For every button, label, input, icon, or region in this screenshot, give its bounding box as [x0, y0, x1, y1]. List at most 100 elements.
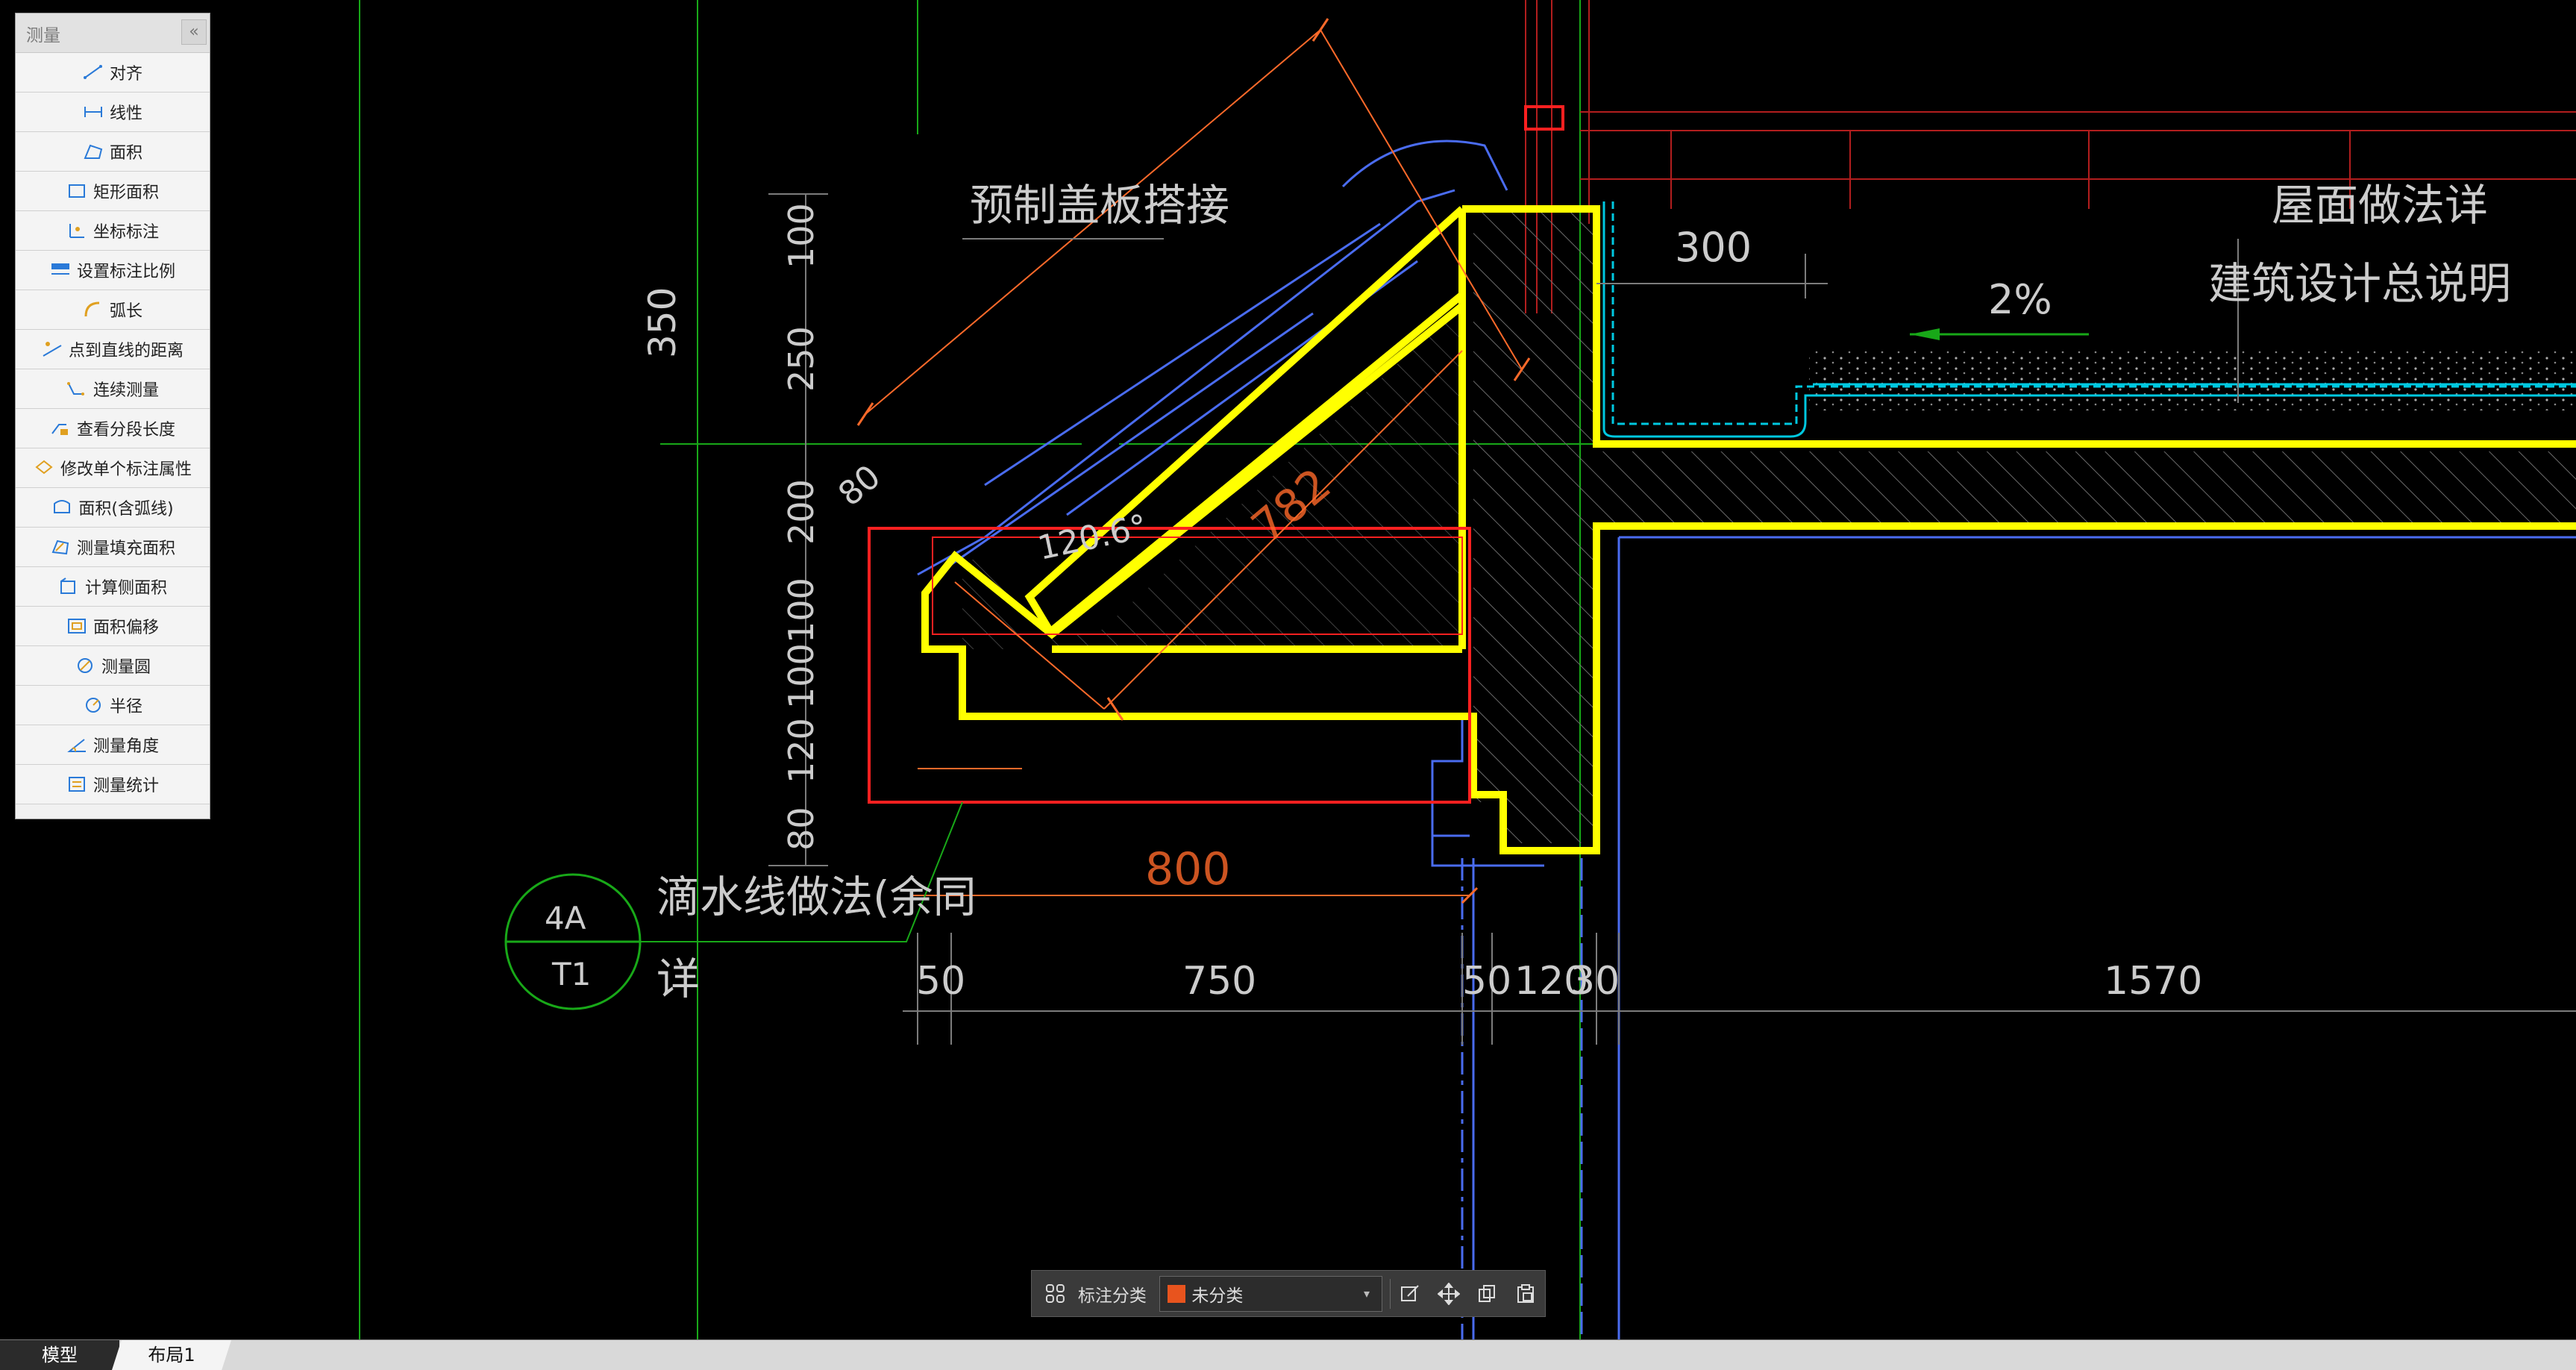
palette-item-label: 测量圆	[101, 658, 151, 677]
dim-800: 800	[1145, 843, 1231, 895]
tab-layout1[interactable]: 布局1	[112, 1340, 231, 1370]
label-slope: 2%	[1988, 276, 2052, 323]
palette-item-label: 测量统计	[93, 777, 159, 795]
dim-80-diag: 80	[831, 457, 888, 513]
palette-item-radius[interactable]: 半径	[16, 686, 210, 725]
bdim-30: 30	[1570, 959, 1620, 1004]
measure-stats-icon	[68, 777, 85, 792]
category-grid-icon[interactable]	[1041, 1279, 1071, 1309]
palette-item-label: 查看分段长度	[76, 421, 175, 440]
palette-item-label: 半径	[109, 698, 142, 716]
palette-item-label: 修改单个标注属性	[60, 460, 192, 479]
move-icon[interactable]	[1429, 1276, 1468, 1312]
linear-dimension-icon	[84, 107, 102, 117]
tag-top: 4A	[545, 900, 586, 936]
tab-model[interactable]: 模型	[0, 1340, 119, 1370]
palette-item-align-dimension[interactable]: 对齐	[16, 53, 210, 93]
collapse-icon[interactable]: «	[181, 19, 207, 45]
vdim-100c: 100	[781, 643, 821, 709]
roof-screed	[1809, 351, 2576, 410]
palette-item-label: 对齐	[109, 65, 142, 84]
coordinate-icon	[69, 224, 84, 238]
vdim-80: 80	[781, 807, 821, 851]
area-icon	[84, 144, 103, 159]
palette-item-segment-length[interactable]: 查看分段长度	[16, 409, 210, 448]
category-color-swatch	[1168, 1284, 1186, 1303]
palette-item-side-area[interactable]: 计算侧面积	[16, 567, 210, 607]
continuous-measure-icon	[66, 382, 84, 395]
palette-item-label: 面积偏移	[93, 619, 159, 637]
palette-title-bar[interactable]: 测量 «	[16, 13, 210, 53]
vdim-100b: 100	[781, 578, 821, 643]
palette-item-label: 点到直线的距离	[68, 342, 184, 360]
label-drip-1: 滴水线做法(余同	[656, 872, 977, 922]
rect-area-icon	[68, 184, 85, 198]
palette-item-label: 弧长	[109, 302, 142, 321]
circle-measure-icon	[77, 658, 93, 673]
category-selected: 未分类	[1191, 1286, 1244, 1306]
segment-length-icon	[51, 424, 68, 435]
palette-item-measure-stats[interactable]: 测量统计	[16, 765, 210, 804]
align-dimension-icon	[83, 65, 102, 79]
measure-palette: 测量 « 对齐线性面积矩形面积坐标标注设置标注比例 弧长点到直线的距离 连续测量查看…	[15, 13, 210, 819]
drawing-canvas[interactable]: 预制盖板搭接 屋面做法详 建筑设计总说明 2% 滴水线做法(余同 详 4A T1…	[0, 0, 2576, 1339]
bdim-1570: 1570	[2104, 959, 2202, 1004]
palette-item-label: 测量填充面积	[76, 539, 175, 558]
tag-bottom: T1	[551, 956, 591, 992]
radius-icon	[85, 698, 101, 713]
palette-item-area-offset[interactable]: 面积偏移	[16, 607, 210, 646]
label-roof-method-1: 屋面做法详	[2272, 180, 2488, 231]
vdim-250: 250	[781, 326, 821, 392]
area-offset-icon	[67, 619, 86, 634]
dim-350: 350	[641, 287, 684, 358]
label-roof-method-2: 建筑设计总说明	[2208, 258, 2511, 309]
palette-item-circle-measure[interactable]: 测量圆	[16, 646, 210, 686]
layout-tab-strip: 模型 布局1	[0, 1339, 2576, 1370]
arc-area-icon	[54, 500, 71, 513]
palette-item-point-line-distance[interactable]: 点到直线的距离	[16, 330, 210, 369]
palette-item-label: 连续测量	[93, 381, 159, 400]
palette-item-coordinate[interactable]: 坐标标注	[16, 211, 210, 251]
bdim-750: 750	[1182, 959, 1256, 1004]
hatch-area-icon	[51, 539, 69, 555]
label-prefab-cover: 预制盖板搭接	[970, 180, 1229, 231]
palette-item-scale[interactable]: 设置标注比例	[16, 251, 210, 290]
railing-marker	[1524, 105, 1564, 131]
bdim-50a: 50	[916, 959, 965, 1004]
angle-measure-icon	[67, 739, 86, 752]
category-select[interactable]: 未分类 ▾	[1159, 1275, 1382, 1312]
annotation-toolbar: 标注分类 未分类 ▾	[1031, 1270, 1546, 1317]
palette-item-edit-dimension[interactable]: 修改单个标注属性	[16, 448, 210, 488]
bdim-50b: 50	[1462, 959, 1511, 1004]
point-line-distance-icon	[43, 342, 62, 357]
palette-title: 测量	[26, 26, 60, 46]
palette-item-label: 面积(含弧线)	[78, 500, 174, 519]
vdim-200: 200	[781, 479, 821, 545]
edit-icon[interactable]	[1391, 1276, 1429, 1312]
palette-item-angle-measure[interactable]: 测量角度	[16, 725, 210, 765]
arc-length-icon	[84, 301, 100, 317]
palette-item-label: 坐标标注	[93, 223, 159, 242]
edit-dimension-icon	[35, 460, 53, 475]
palette-item-label: 设置标注比例	[76, 263, 175, 281]
palette-item-rect-area[interactable]: 矩形面积	[16, 172, 210, 211]
palette-item-arc-area[interactable]: 面积(含弧线)	[16, 488, 210, 528]
palette-item-continuous-measure[interactable]: 连续测量	[16, 369, 210, 409]
palette-item-arc-length[interactable]: 弧长	[16, 290, 210, 330]
palette-item-area[interactable]: 面积	[16, 132, 210, 172]
palette-item-label: 测量角度	[93, 737, 159, 756]
label-drip-2: 详	[656, 954, 700, 1004]
label-angle: 120.6°	[1035, 507, 1150, 568]
palette-item-linear-dimension[interactable]: 线性	[16, 93, 210, 132]
copy-icon[interactable]	[1468, 1276, 1507, 1312]
palette-item-hatch-area[interactable]: 测量填充面积	[16, 528, 210, 567]
palette-item-label: 线性	[109, 104, 142, 123]
dim-300: 300	[1675, 224, 1752, 271]
palette-item-label: 面积	[109, 144, 142, 163]
palette-item-label: 计算侧面积	[84, 579, 167, 598]
category-label: 标注分类	[1077, 1286, 1147, 1306]
side-area-icon	[60, 578, 75, 594]
chevron-down-icon: ▾	[1363, 1286, 1370, 1301]
paste-icon[interactable]	[1506, 1276, 1545, 1312]
scale-icon	[51, 263, 69, 275]
